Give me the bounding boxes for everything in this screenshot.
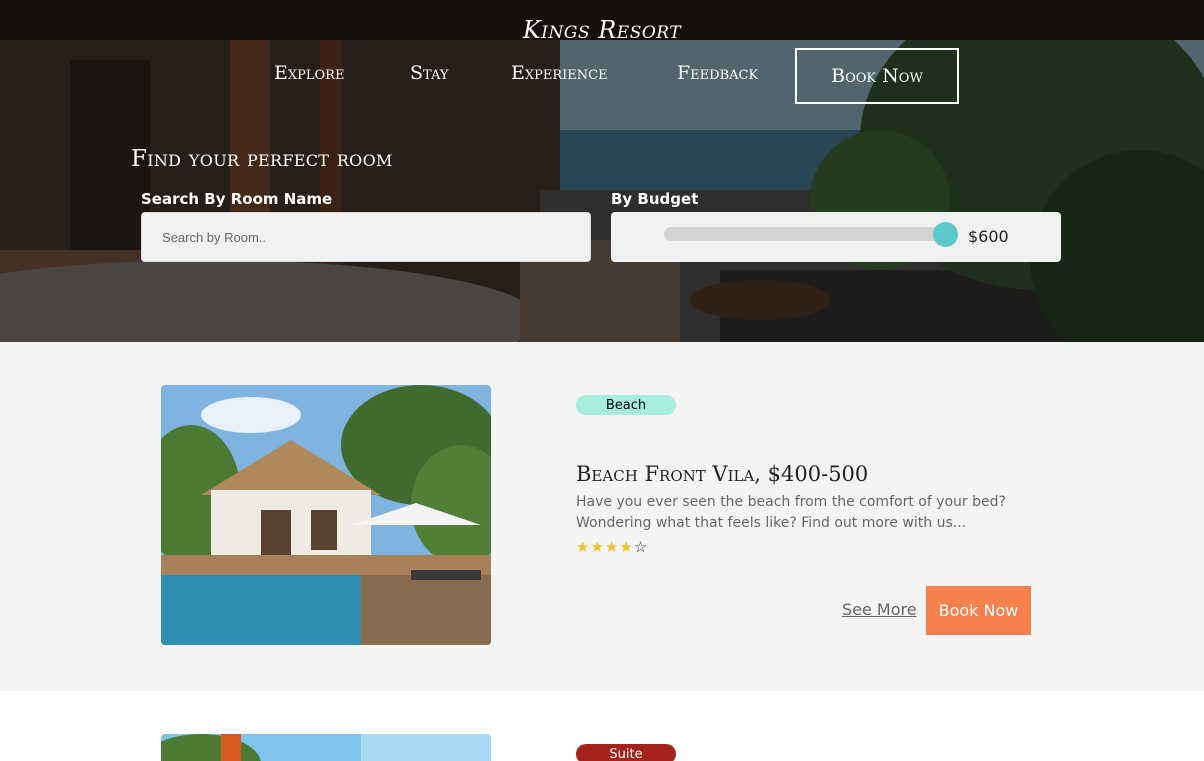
budget-filter: $600 [611,212,1061,262]
room-card-suite: Suite [0,691,1204,761]
room-rating: ★★★★☆ [576,538,648,556]
nav-experience[interactable]: Experience [511,62,608,84]
nav-explore[interactable]: Explore [274,62,344,84]
budget-value: $600 [968,227,1009,246]
nav-feedback[interactable]: Feedback [677,62,758,84]
room-image-suite[interactable] [161,734,491,761]
star-filled-icon: ★ [576,539,591,556]
room-search-input[interactable] [141,212,591,262]
star-filled-icon: ★ [619,539,634,556]
room-category-badge: Suite [576,744,676,761]
star-filled-icon: ★ [604,539,620,556]
suite-photo [161,734,491,761]
star-filled-icon: ★ [590,539,605,556]
room-category-badge: Beach [576,395,676,415]
search-heading: Find your perfect room [131,146,393,172]
nav-stay[interactable]: Stay [410,62,448,84]
room-card-beach: Beach Beach Front Vila, $400-500 Have yo… [0,342,1204,691]
beach-villa-photo [161,385,491,645]
main-nav: Explore Stay Experience Feedback Book No… [0,48,1204,104]
room-book-now-button[interactable]: Book Now [926,586,1031,635]
budget-label: By Budget [611,190,699,208]
room-title[interactable]: Beach Front Vila, $400-500 [576,462,868,486]
nav-book-now-button[interactable]: Book Now [795,48,959,104]
room-description: Have you ever seen the beach from the co… [576,494,1006,531]
budget-slider-thumb[interactable] [933,222,959,247]
room-search-label: Search By Room Name [141,190,333,208]
brand-logo[interactable]: Kings Resort [0,16,1204,44]
room-image-beach[interactable] [161,385,491,645]
star-empty-icon: ☆ [633,539,649,556]
budget-slider-track[interactable] [664,227,951,241]
see-more-link[interactable]: See More [842,600,917,619]
